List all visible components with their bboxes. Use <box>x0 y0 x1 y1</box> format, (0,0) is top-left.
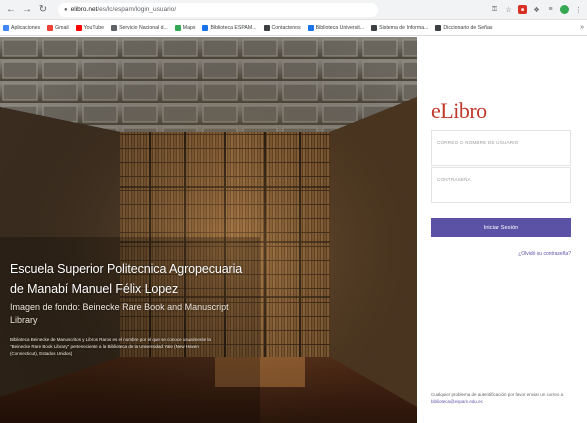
bookmark-label: Aplicaciones <box>11 24 41 31</box>
password-input[interactable] <box>432 171 570 206</box>
login-panel: eLibro Iniciar Sesión ¿Olvidó su contras… <box>417 37 587 423</box>
bookmark-label: Biblioteca ESPAM... <box>210 24 257 31</box>
bookmark-favicon-icon <box>3 24 9 31</box>
bookmark-item[interactable]: Servicio Nacional d... <box>111 24 168 31</box>
browser-toolbar: ← → ↻ ● elibro.net /es/lc/espam/login_us… <box>0 0 587 20</box>
image-description: Biblioteca Beinecke de Manuscritos y Lib… <box>10 337 211 356</box>
bookmark-favicon-icon <box>75 24 82 31</box>
support-notice: Cualquier problema de autentificación po… <box>431 391 581 405</box>
key-icon[interactable]: ⚿ <box>490 5 499 14</box>
bookmark-favicon-icon <box>307 24 314 31</box>
pdf-extension-icon[interactable]: ■ <box>518 5 527 14</box>
bookmark-favicon-icon <box>263 24 270 31</box>
support-text: Cualquier problema de autentificación po… <box>431 392 564 397</box>
elibro-logo: eLibro <box>431 98 487 123</box>
login-button[interactable]: Iniciar Sesión <box>431 218 571 237</box>
bookmark-favicon-icon <box>111 24 118 31</box>
hero-background: Escuela Superior Politecnica Agropecuari… <box>0 37 417 423</box>
back-arrow-icon[interactable]: ← <box>4 3 18 17</box>
lock-icon: ● <box>64 6 68 13</box>
bookmark-extension-icon[interactable]: ❖ <box>532 5 541 14</box>
bookmark-favicon-icon <box>435 24 442 31</box>
address-bar[interactable]: ● elibro.net /es/lc/espam/login_usuario/ <box>58 2 378 17</box>
bookmark-favicon-icon <box>174 24 181 31</box>
bookmark-item[interactable]: Sistema de Informa... <box>371 24 429 31</box>
bookmark-item[interactable]: Biblioteca ESPAM... <box>202 24 257 31</box>
username-input[interactable] <box>432 134 570 169</box>
menu-kebab-icon[interactable]: ⋮ <box>574 5 583 14</box>
url-host: elibro.net <box>70 6 98 13</box>
bookmark-favicon-icon <box>202 24 209 31</box>
bookmark-item[interactable]: Maps <box>174 24 196 31</box>
bookmark-item[interactable]: Gmail <box>47 24 69 31</box>
star-icon[interactable]: ☆ <box>504 5 513 14</box>
profile-avatar-icon[interactable] <box>560 5 569 14</box>
library-photo <box>0 37 417 423</box>
bookmark-item[interactable]: Contactenos <box>263 24 301 31</box>
bookmark-label: Servicio Nacional d... <box>119 24 168 31</box>
forward-arrow-icon[interactable]: → <box>20 3 34 17</box>
institution-name: Escuela Superior Politecnica Agropecuari… <box>10 262 243 296</box>
reload-icon[interactable]: ↻ <box>36 3 50 17</box>
bookmark-label: YouTube <box>83 24 105 31</box>
bookmark-label: Diccionario de Señas <box>443 24 493 31</box>
bookmark-label: Sistema de Informa... <box>379 24 429 31</box>
password-field-container <box>431 167 571 206</box>
bookmark-label: Biblioteca Universit... <box>315 24 365 31</box>
more-bookmarks-icon[interactable]: » <box>580 24 584 31</box>
bookmark-item[interactable]: Biblioteca Universit... <box>307 24 365 31</box>
bookmark-label: Gmail <box>55 24 69 31</box>
bookmark-label: Maps <box>182 24 196 31</box>
bookmark-favicon-icon <box>47 24 54 31</box>
image-credit: Imagen de fondo: Beinecke Rare Book and … <box>10 302 229 325</box>
browser-actions: ⚿ ☆ ■ ❖ ≡ ⋮ <box>490 5 583 14</box>
bookmark-favicon-icon <box>371 24 378 31</box>
username-field-container <box>431 130 571 169</box>
bookmark-item[interactable]: Diccionario de Señas <box>435 24 493 31</box>
translate-extension-icon[interactable]: ≡ <box>546 5 555 14</box>
bookmark-item[interactable]: Aplicaciones <box>3 24 41 31</box>
hero-caption: Escuela Superior Politecnica Agropecuari… <box>10 259 250 357</box>
bookmark-item[interactable]: YouTube <box>75 24 105 31</box>
support-email-link[interactable]: biblioteca@espam.edu.ec <box>431 399 483 404</box>
bookmarks-bar: Aplicaciones Gmail YouTube Servicio Naciona… <box>0 20 587 36</box>
bookmark-label: Contactenos <box>271 24 301 31</box>
url-path: /es/lc/espam/login_usuario/ <box>97 6 177 13</box>
forgot-password-link[interactable]: ¿Olvidó su contraseña? <box>518 251 571 257</box>
